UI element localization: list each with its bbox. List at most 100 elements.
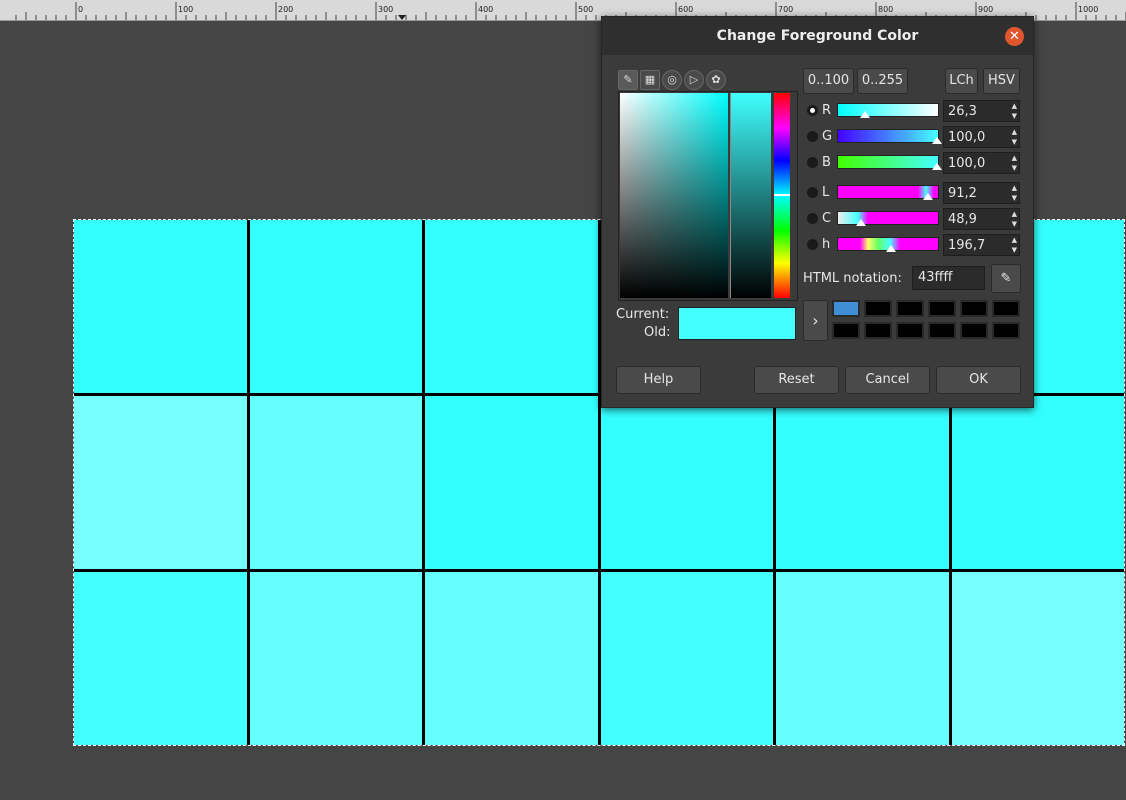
dialog-titlebar[interactable]: Change Foreground Color ✕ [602,17,1033,55]
channel-label-b: B [822,155,831,170]
radio-h[interactable] [807,239,818,250]
history-swatch[interactable] [832,322,860,339]
lch-button[interactable]: LCh [945,68,978,94]
channel-label-r: R [822,103,832,118]
close-icon: ✕ [1009,29,1020,44]
value-l: 91,2 [948,186,977,201]
dialog-title: Change Foreground Color [716,28,919,44]
watercolor-icon[interactable]: ◎ [662,70,682,90]
history-swatch[interactable] [992,300,1020,317]
add-to-history-button[interactable]: › [803,300,828,341]
channel-label-g: G [822,129,833,144]
spin-l[interactable]: 91,2 ▲ ▼ [943,182,1020,204]
current-old-swatch [678,307,796,340]
canvas-cell[interactable] [74,396,247,569]
range-0-255-button[interactable]: 0..255 [857,68,908,94]
spin-arrows-icon[interactable]: ▲ ▼ [1012,209,1017,229]
reset-button[interactable]: Reset [754,366,839,394]
ruler-label: 0 [78,5,84,14]
canvas-cell[interactable] [425,220,598,393]
range-0-100-button[interactable]: 0..100 [803,68,854,94]
eyedropper-icon: ✎ [1000,271,1012,286]
radio-c[interactable] [807,213,818,224]
history-swatch[interactable] [992,322,1020,339]
ruler-label: 800 [878,5,894,14]
history-swatch[interactable] [832,300,860,317]
canvas-cell[interactable] [425,572,598,745]
radio-r[interactable] [807,105,818,116]
canvas-cell[interactable] [249,220,422,393]
chevron-right-icon: › [812,311,819,330]
cmyk-icon[interactable]: ▦ [640,70,660,90]
slider-g[interactable] [837,129,942,144]
history-swatch[interactable] [896,300,924,317]
radio-g[interactable] [807,131,818,142]
ruler-label: 100 [178,5,194,14]
value-r: 26,3 [948,104,977,119]
value-g: 100,0 [948,130,986,145]
value-b: 100,0 [948,156,986,171]
slider-l[interactable] [837,185,939,200]
value-strip[interactable] [730,93,771,298]
radio-b[interactable] [807,157,818,168]
canvas-cell[interactable] [74,572,247,745]
ruler-label: 1000 [1078,5,1099,14]
hue-marker[interactable] [774,194,790,196]
canvas-cell[interactable] [74,220,247,393]
history-swatch[interactable] [864,322,892,339]
history-swatch[interactable] [928,322,956,339]
spin-arrows-icon[interactable]: ▲ ▼ [1012,235,1017,255]
spin-r[interactable]: 26,3 ▲ ▼ [943,100,1020,122]
ruler-label: 900 [978,5,994,14]
spin-g[interactable]: 100,0 ▲ ▼ [943,126,1020,148]
wheel-icon[interactable]: ▷ [684,70,704,90]
spin-arrows-icon[interactable]: ▲ ▼ [1012,153,1017,173]
slider-r[interactable] [837,103,939,118]
slider-h[interactable] [837,237,939,252]
ruler-label: 700 [778,5,794,14]
change-foreground-color-dialog: Change Foreground Color ✕ ✎ ▦ ◎ ▷ ✿ 0..1… [601,16,1034,408]
channel-label-h: h [822,237,831,252]
history-swatch[interactable] [928,300,956,317]
spin-arrows-icon[interactable]: ▲ ▼ [1012,183,1017,203]
slider-b[interactable] [837,155,942,170]
channel-label-c: C [822,211,832,226]
current-label: Current: [616,307,670,322]
radio-l[interactable] [807,187,818,198]
canvas-cell[interactable] [776,396,949,569]
canvas-cell[interactable] [951,396,1124,569]
spin-b[interactable]: 100,0 ▲ ▼ [943,152,1020,174]
canvas-cell[interactable] [249,396,422,569]
spin-arrows-icon[interactable]: ▲ ▼ [1012,127,1017,147]
history-swatch[interactable] [960,300,988,317]
cancel-button[interactable]: Cancel [845,366,930,394]
ok-button[interactable]: OK [936,366,1021,394]
history-swatch[interactable] [896,322,924,339]
history-swatch[interactable] [864,300,892,317]
canvas-cell[interactable] [776,572,949,745]
hsv-button[interactable]: HSV [983,68,1020,94]
ruler-label: 500 [578,5,594,14]
history-swatch[interactable] [960,322,988,339]
html-notation-label: HTML notation: [803,271,902,286]
canvas-cell[interactable] [249,572,422,745]
html-notation-input[interactable]: 43ffff [912,266,985,290]
spin-h[interactable]: 196,7 ▲ ▼ [943,234,1020,256]
ruler-label: 400 [478,5,494,14]
color-picker-area[interactable] [618,91,798,301]
saturation-value-square[interactable] [620,93,728,298]
value-h: 196,7 [948,238,986,253]
gimp-icon[interactable]: ✎ [618,70,638,90]
canvas-cell[interactable] [600,396,773,569]
palette-icon[interactable]: ✿ [706,70,726,90]
help-button[interactable]: Help [616,366,701,394]
canvas-cell[interactable] [600,572,773,745]
ruler-label: 300 [378,5,394,14]
spin-c[interactable]: 48,9 ▲ ▼ [943,208,1020,230]
canvas-cell[interactable] [951,572,1124,745]
close-button[interactable]: ✕ [1005,27,1024,46]
canvas-cell[interactable] [425,396,598,569]
eyedropper-button[interactable]: ✎ [991,264,1021,293]
spin-arrows-icon[interactable]: ▲ ▼ [1012,101,1017,121]
slider-c[interactable] [837,211,939,226]
